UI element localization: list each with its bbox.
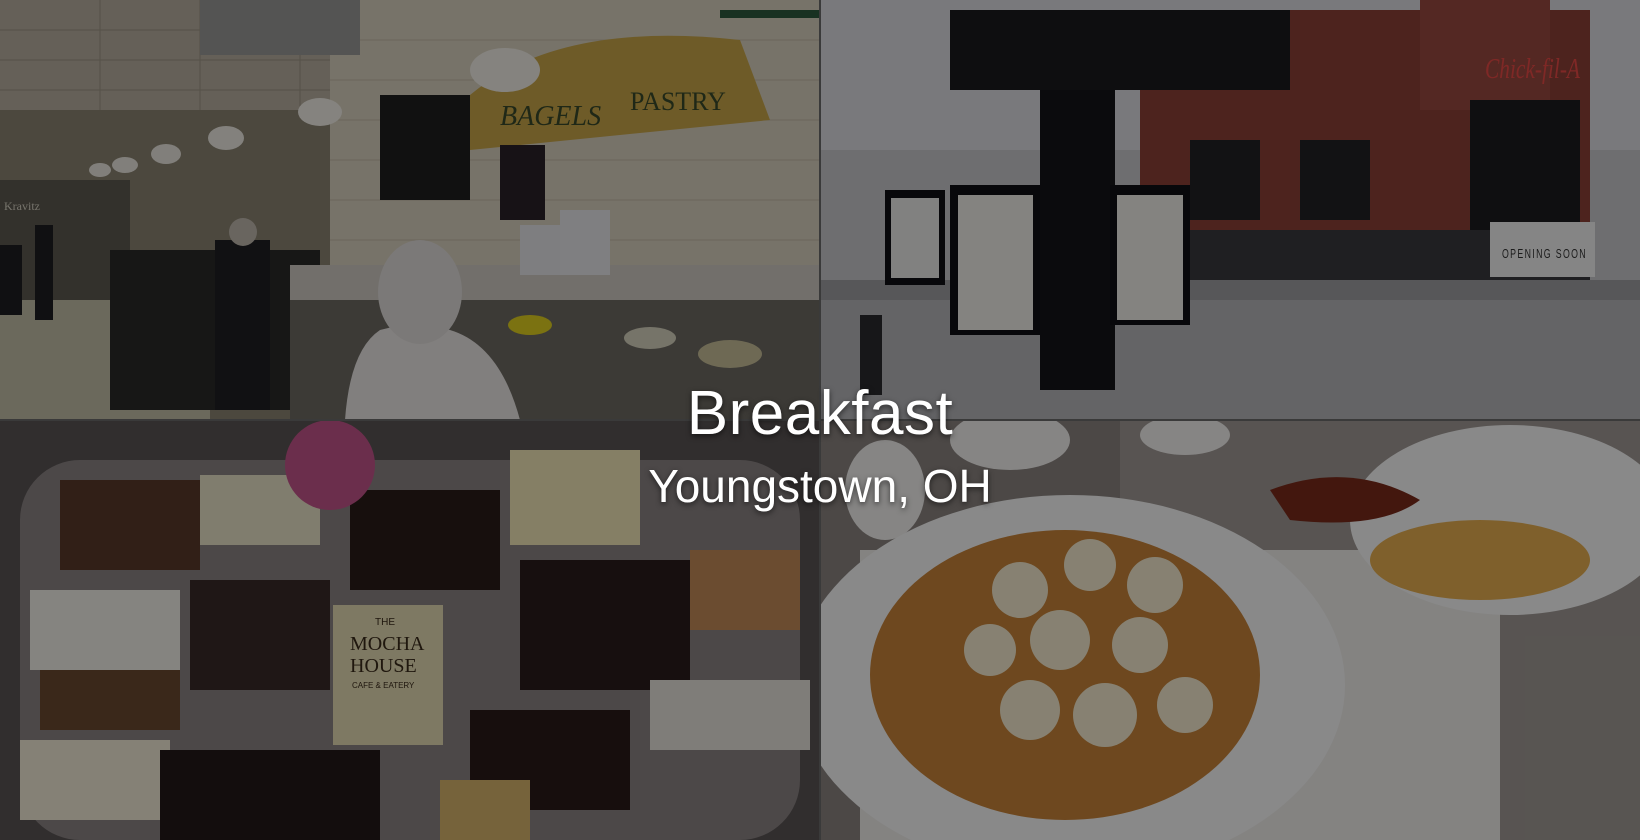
opening-banner-text: OPENING SOON [1502, 246, 1587, 261]
card-name-2: HOUSE [350, 655, 417, 677]
preview-menu-board [891, 198, 939, 278]
combo-menu-board [1117, 195, 1183, 320]
drive-thru-canopy [950, 10, 1290, 90]
card-name-1: MOCHA [350, 633, 425, 655]
location-subtitle: Youngstown, OH [648, 460, 992, 512]
page-title: Breakfast [686, 379, 954, 448]
waffle [870, 530, 1260, 820]
photo-collage: BAGELS PASTRY Kravitz Chick-fil-A OPENIN… [0, 0, 1640, 840]
bagels-sign: BAGELS [500, 101, 601, 132]
title-overlay: Breakfast Youngstown, OH [0, 378, 1640, 514]
menu-board [380, 95, 470, 200]
card-tag: CAFE & EATERY [352, 681, 415, 690]
card-the: THE [375, 617, 395, 628]
pastry-sign: PASTRY [630, 87, 726, 116]
kravitz-sign: Kravitz [4, 199, 40, 213]
brand-sign: Chick-fil-A [1485, 54, 1581, 85]
hash-browns [1370, 520, 1590, 600]
main-menu-board [958, 195, 1033, 330]
drive-thru-exterior-photo: Chick-fil-A OPENING SOON [820, 0, 1640, 420]
deli-interior-photo: BAGELS PASTRY Kravitz [0, 0, 820, 420]
